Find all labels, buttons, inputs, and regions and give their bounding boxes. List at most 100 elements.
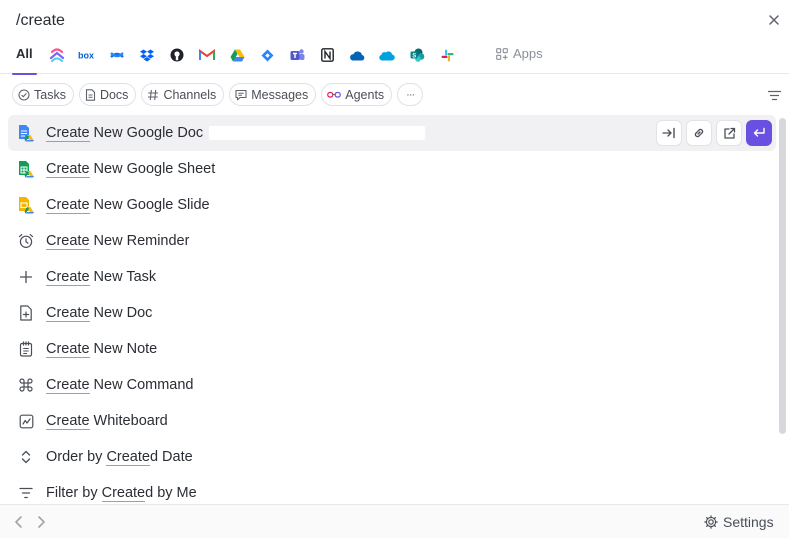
chip-docs-label: Docs: [99, 87, 129, 102]
source-clickup[interactable]: [46, 46, 68, 64]
chip-tasks[interactable]: Tasks: [12, 83, 74, 106]
source-github[interactable]: [166, 46, 188, 64]
note-icon: [16, 339, 36, 359]
filter-chips: Tasks Docs Channels Messages Agents ···: [12, 83, 424, 106]
source-box[interactable]: box: [76, 46, 98, 64]
chip-docs[interactable]: Docs: [78, 83, 137, 106]
source-confluence[interactable]: [106, 46, 128, 64]
result-label-suffix: New Task: [89, 269, 157, 285]
result-label: Create New Doc: [46, 305, 152, 322]
result-row[interactable]: Create New Reminder: [8, 223, 776, 259]
result-label-match: Create: [46, 233, 90, 250]
scrollbar[interactable]: [779, 118, 786, 434]
result-label-suffix: New Note: [89, 341, 158, 357]
more-icon: ···: [406, 88, 415, 101]
source-dropbox[interactable]: [136, 46, 158, 64]
sort-lines-icon: [767, 90, 782, 101]
more-filters-button[interactable]: ···: [397, 83, 424, 106]
source-tabs: All box S Apps: [0, 40, 789, 75]
search-input[interactable]: [16, 8, 716, 34]
link-icon: [692, 126, 706, 140]
svg-text:box: box: [78, 51, 94, 61]
result-label: Create New Reminder: [46, 233, 190, 250]
google-sheet-icon: [16, 159, 36, 179]
result-row[interactable]: Create New Doc: [8, 295, 776, 331]
result-label: Create New Command: [46, 377, 193, 394]
sort-button[interactable]: [767, 88, 784, 102]
row-actions: [656, 120, 772, 146]
google-slide-icon: [16, 195, 36, 215]
chip-messages[interactable]: Messages: [229, 83, 317, 106]
plus-icon: [16, 267, 36, 287]
source-google-drive[interactable]: [226, 46, 248, 64]
result-row[interactable]: Create New Google Doc: [8, 115, 776, 151]
source-salesforce[interactable]: [376, 46, 398, 64]
source-slack[interactable]: [436, 46, 458, 64]
result-label: Filter by Created by Me: [46, 485, 197, 502]
alarm-icon: [16, 231, 36, 251]
chip-channels[interactable]: Channels: [141, 83, 225, 106]
result-row[interactable]: Create New Task: [8, 259, 776, 295]
insert-button[interactable]: [656, 120, 682, 146]
result-row[interactable]: Order by Created Date: [8, 439, 776, 475]
result-label-match: Create: [46, 377, 90, 394]
result-row[interactable]: Create New Command: [8, 367, 776, 403]
sort-icon: [16, 447, 36, 467]
result-row[interactable]: Create New Note: [8, 331, 776, 367]
tab-all[interactable]: All: [12, 46, 37, 75]
chevron-right-icon: [38, 516, 45, 528]
chip-tasks-label: Tasks: [34, 87, 66, 102]
clickup-icon: [50, 48, 64, 62]
apps-tab[interactable]: Apps: [496, 46, 543, 61]
gear-icon: [704, 515, 718, 529]
result-label: Create New Task: [46, 269, 157, 286]
svg-text:S: S: [412, 53, 416, 59]
close-button[interactable]: [764, 10, 784, 30]
github-icon: [170, 48, 184, 62]
result-label-suffix: New Google Doc: [89, 125, 204, 141]
teams-icon: [290, 49, 304, 60]
enter-button[interactable]: [746, 120, 772, 146]
result-label-match: Create: [46, 161, 90, 178]
result-label: Create New Google Slide: [46, 197, 210, 214]
result-label: Order by Created Date: [46, 449, 193, 466]
source-teams[interactable]: [286, 46, 308, 64]
source-gmail[interactable]: [196, 46, 218, 64]
doc-icon: [85, 88, 96, 101]
search-bar: [0, 0, 789, 40]
whiteboard-icon: [16, 411, 36, 431]
source-notion[interactable]: [316, 46, 338, 64]
result-label: Create New Google Doc: [46, 125, 426, 142]
forward-button[interactable]: [34, 514, 48, 530]
box-icon: box: [78, 51, 94, 61]
result-row[interactable]: Create New Google Sheet: [8, 151, 776, 187]
open-external-button[interactable]: [716, 120, 742, 146]
result-row[interactable]: Create New Google Slide: [8, 187, 776, 223]
copy-link-button[interactable]: [686, 120, 712, 146]
source-onedrive[interactable]: [346, 46, 368, 64]
doc-icon: [16, 303, 36, 323]
result-label-match: Create: [46, 341, 90, 358]
command-icon: [16, 375, 36, 395]
google-drive-icon: [230, 49, 244, 61]
result-label: Create New Note: [46, 341, 158, 358]
result-label-suffix: New Reminder: [89, 233, 190, 249]
result-label-suffix: d Date: [149, 449, 193, 465]
chip-agents[interactable]: Agents: [321, 83, 393, 106]
tab-all-label: All: [16, 46, 33, 61]
result-row[interactable]: Filter by Created by Me: [8, 475, 776, 504]
result-label-prefix: Filter by: [46, 485, 102, 501]
filter-row: Tasks Docs Channels Messages Agents ···: [0, 74, 789, 114]
apps-label: Apps: [513, 46, 543, 61]
apps-grid-icon: [496, 47, 508, 60]
filter-icon: [16, 483, 36, 503]
settings-button[interactable]: Settings: [704, 514, 774, 530]
settings-label: Settings: [723, 514, 774, 530]
result-label-prefix: Order by: [46, 449, 107, 465]
back-button[interactable]: [12, 514, 26, 530]
source-sharepoint[interactable]: S: [406, 46, 428, 64]
close-icon: [769, 15, 779, 25]
source-jira[interactable]: [256, 46, 278, 64]
result-row[interactable]: Create Whiteboard: [8, 403, 776, 439]
google-doc-icon: [16, 123, 36, 143]
